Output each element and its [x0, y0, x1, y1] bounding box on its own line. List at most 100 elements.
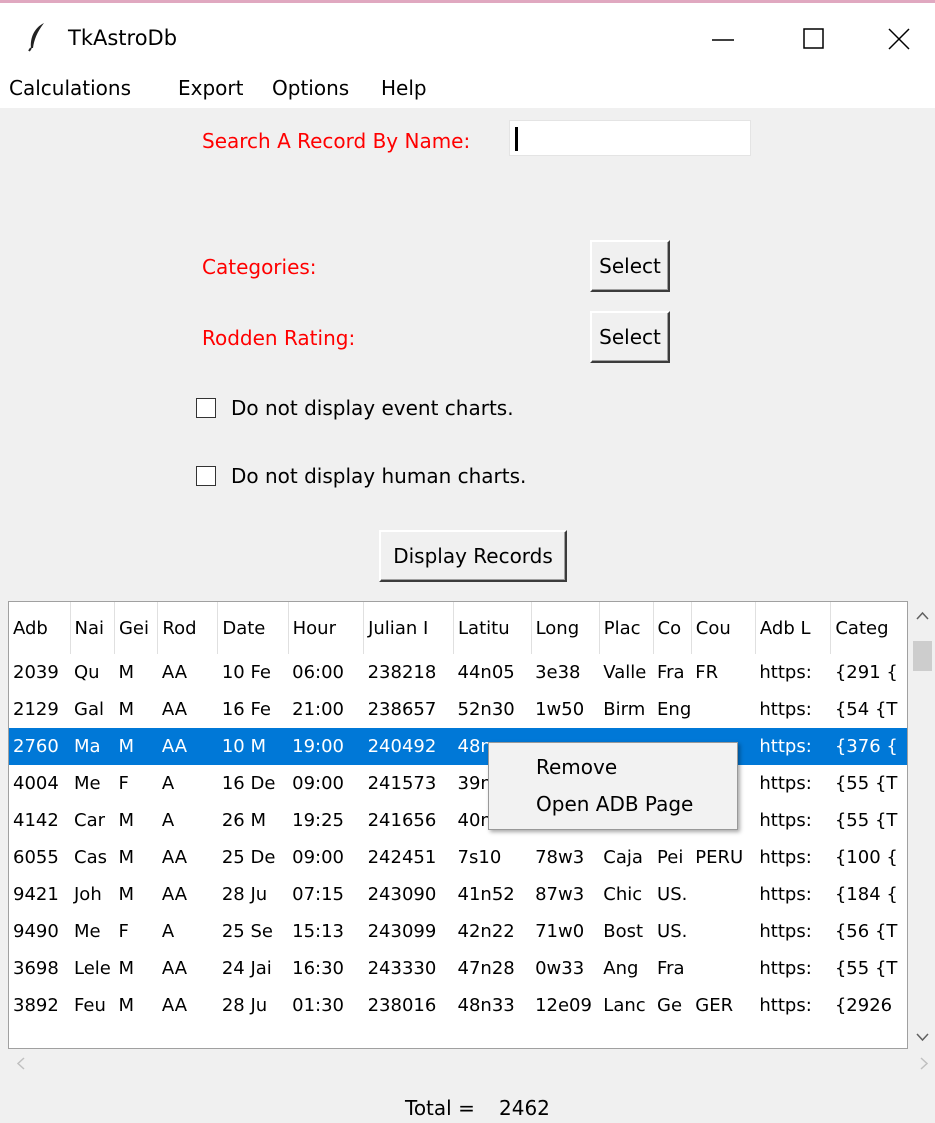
column-header[interactable]: Long [531, 602, 600, 654]
table-cell: Gal [74, 699, 104, 720]
table-cell: 242451 [367, 847, 437, 868]
scroll-down-icon[interactable] [916, 1033, 929, 1042]
column-header[interactable]: Cou [691, 602, 756, 654]
table-cell: 28 Ju [221, 884, 268, 905]
column-header[interactable]: Nai [70, 602, 115, 654]
rodden-rating-label: Rodden Rating: [202, 326, 356, 350]
table-row[interactable]: 3698 Lele M AA 24 Jai 16:30 243330 47n28 0w33 Ang… [9, 950, 907, 987]
human-charts-label: Do not display human charts. [231, 464, 527, 488]
table-cell: 1w50 [535, 699, 585, 720]
table-cell: 78w3 [535, 847, 585, 868]
table-cell: {55 {T [834, 810, 898, 831]
scroll-left-icon[interactable] [16, 1057, 25, 1070]
table-cell: {184 { [834, 884, 898, 905]
human-charts-checkbox[interactable] [196, 466, 216, 486]
context-remove[interactable]: Remove [536, 755, 617, 779]
table-cell: GER [695, 995, 734, 1016]
title-bar[interactable]: TkAstroDb [0, 0, 935, 68]
table-row[interactable]: 9421 Joh M AA 28 Ju 07:15 243090 41n52 87w3 Chic U… [9, 876, 907, 913]
table-cell: AA [157, 728, 218, 765]
search-input[interactable] [509, 120, 751, 156]
table-cell: 243330 [367, 958, 437, 979]
table-row[interactable]: 9490 Me F A 25 Se 15:13 243099 42n22 71w0 Bost US.… [9, 913, 907, 950]
table-cell: M [118, 958, 134, 979]
table-cell: {55 {T [834, 773, 898, 794]
table-row[interactable]: 6055 Cas M AA 25 De 09:00 242451 7s10 78w3 Caja Pe… [9, 839, 907, 876]
table-cell: Me [74, 773, 101, 794]
column-header[interactable]: Julian I [363, 602, 455, 654]
maximize-icon[interactable] [788, 22, 838, 56]
menu-options[interactable]: Options [272, 76, 349, 100]
context-menu: Remove Open ADB Page [488, 742, 738, 830]
table-row[interactable]: 2760 Ma M AA 10 M 19:00 240492 48n https: {376 { [9, 728, 907, 765]
table-row[interactable]: 2129 Gal M AA 16 Fe 21:00 238657 52n30 1w50 Birm E… [9, 691, 907, 728]
table-cell: Caja [603, 847, 643, 868]
table-cell: 09:00 [292, 847, 344, 868]
table-cell: 26 M [221, 810, 266, 831]
column-header[interactable]: Hour [288, 602, 365, 654]
table-cell: F [118, 773, 129, 794]
records-table-frame: Adb Nai Gei Rod Date Hour Julian I Latit… [8, 601, 908, 1049]
table-cell: 3892 [13, 995, 59, 1016]
table-cell: Me [74, 921, 101, 942]
search-label: Search A Record By Name: [202, 129, 471, 153]
table-cell: https: [759, 921, 812, 942]
table-cell: https: [759, 810, 812, 831]
table-cell: 42n22 [457, 921, 515, 942]
table-cell: FR [695, 662, 719, 683]
vertical-scrollbar[interactable] [910, 601, 935, 1049]
table-cell: US. [657, 884, 688, 905]
table-cell: AA [161, 662, 188, 683]
table-cell: Ang [603, 958, 639, 979]
column-header[interactable]: Plac [599, 602, 654, 654]
table-row[interactable]: 4004MeFA16 De09:0024157339n(https:{55 {T [9, 765, 907, 802]
table-cell: 21:00 [292, 699, 344, 720]
table-cell: PERU [695, 847, 744, 868]
table-cell: 25 De [221, 847, 276, 868]
table-cell: https: [759, 995, 812, 1016]
context-open-adb-page[interactable]: Open ADB Page [536, 792, 693, 816]
table-cell: https: [759, 847, 812, 868]
menu-export[interactable]: Export [178, 76, 243, 100]
table-cell: 241573 [367, 773, 437, 794]
column-header[interactable]: Co [653, 602, 692, 654]
table-cell: {100 { [834, 847, 898, 868]
table-cell: F [118, 921, 129, 942]
scroll-up-icon[interactable] [916, 611, 929, 620]
table-cell: 238657 [367, 699, 437, 720]
table-cell: 47n28 [457, 958, 515, 979]
table-cell: 16:30 [292, 958, 344, 979]
table-cell: {2926 [834, 995, 893, 1016]
column-header[interactable]: Rod [157, 602, 219, 654]
display-records-button[interactable]: Display Records [379, 530, 567, 582]
table-cell: M [118, 699, 134, 720]
scrollbar-thumb[interactable] [913, 641, 932, 671]
table-cell: 241656 [367, 810, 437, 831]
column-header[interactable]: Categ [830, 602, 907, 654]
column-header[interactable]: Adb L [755, 602, 832, 654]
rodden-select-button[interactable]: Select [590, 311, 670, 363]
table-row[interactable]: 4142CarMA26 M19:2524165640n4374w0NewNeNY… [9, 802, 907, 839]
table-row[interactable]: 3892 Feu M AA 28 Ju 01:30 238016 48n33 12e09 Lanc… [9, 987, 907, 1024]
table-cell: M [118, 810, 134, 831]
table-cell: 28 Ju [221, 995, 268, 1016]
close-icon[interactable] [874, 22, 924, 56]
table-cell: 16 De [221, 773, 276, 794]
table-row[interactable]: 2039 Qu M AA 10 Fe 06:00 238218 44n05 3e38 Valle F… [9, 654, 907, 691]
table-cell [691, 691, 755, 728]
column-header[interactable]: Date [217, 602, 289, 654]
minimize-icon[interactable] [698, 22, 748, 56]
event-charts-checkbox[interactable] [196, 398, 216, 418]
menu-calculations[interactable]: Calculations [9, 76, 131, 100]
table-cell: 238218 [367, 662, 437, 683]
horizontal-scrollbar[interactable] [8, 1049, 935, 1077]
menu-help[interactable]: Help [381, 76, 427, 100]
scroll-right-icon[interactable] [920, 1057, 929, 1070]
table-cell: 07:15 [292, 884, 344, 905]
column-header[interactable]: Latitu [453, 602, 532, 654]
records-table[interactable]: Adb Nai Gei Rod Date Hour Julian I Latit… [9, 602, 907, 1024]
column-header[interactable]: Gei [114, 602, 159, 654]
categories-select-button[interactable]: Select [590, 240, 670, 292]
column-header[interactable]: Adb [9, 602, 71, 654]
event-charts-label: Do not display event charts. [231, 396, 514, 420]
